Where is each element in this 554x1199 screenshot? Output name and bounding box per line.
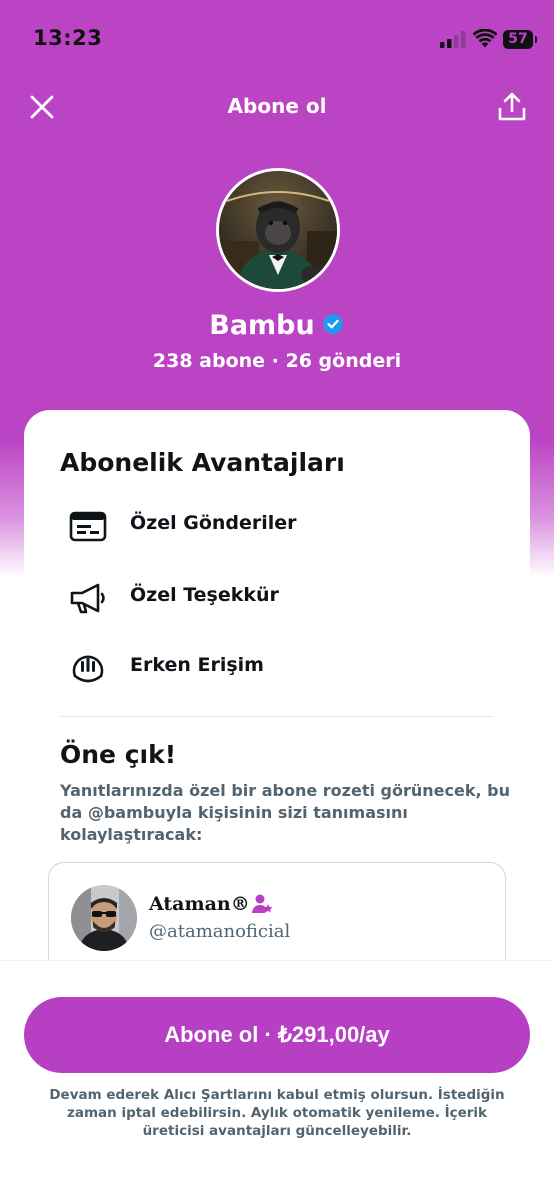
status-bar: 13:23 57 [0,0,554,80]
creator-name-text: Bambu [209,310,315,341]
verified-badge-icon [322,313,344,335]
benefits-title: Abonelik Avantajları [60,448,345,477]
benefit-special-thanks: Özel Teşekkür [60,578,480,618]
wifi-icon [473,29,497,48]
signal-icon [440,31,466,48]
gorilla-image [219,171,337,289]
standout-title: Öne çık! [60,740,177,769]
benefit-label: Özel Teşekkür [130,584,279,606]
early-access-icon [72,655,104,683]
user-photo [71,885,137,951]
benefit-exclusive-posts: Özel Gönderiler [60,506,480,546]
divider [60,716,494,717]
creator-avatar [216,168,340,292]
creator-name: Bambu [0,310,554,341]
benefit-label: Erken Erişim [130,654,264,676]
megaphone-icon [70,583,105,614]
legal-text: Devam ederek Alıcı Şartlarını kabul etmi… [49,1087,505,1139]
status-time: 13:23 [33,26,103,50]
benefit-label: Özel Gönderiler [130,512,297,534]
benefit-early-access: Erken Erişim [60,648,480,688]
preview-handle: @atamanoficial [149,921,291,942]
exclusive-posts-icon [69,511,107,542]
preview-name: Ataman® [149,893,250,915]
share-icon[interactable] [497,91,527,123]
avatar [71,885,137,951]
footer: Abone ol · ₺291,00/ay Devam ederek Alıcı… [0,960,554,1199]
standout-description: Yanıtlarınızda özel bir abone rozeti gör… [60,781,510,844]
subscriber-badge-icon [252,894,273,913]
battery-icon: 57 [503,30,537,49]
profile-stats: 238 abone · 26 gönderi [152,350,402,372]
page-title: Abone ol [227,94,327,118]
subscribe-button[interactable]: Abone ol · ₺291,00/ay [24,997,530,1073]
